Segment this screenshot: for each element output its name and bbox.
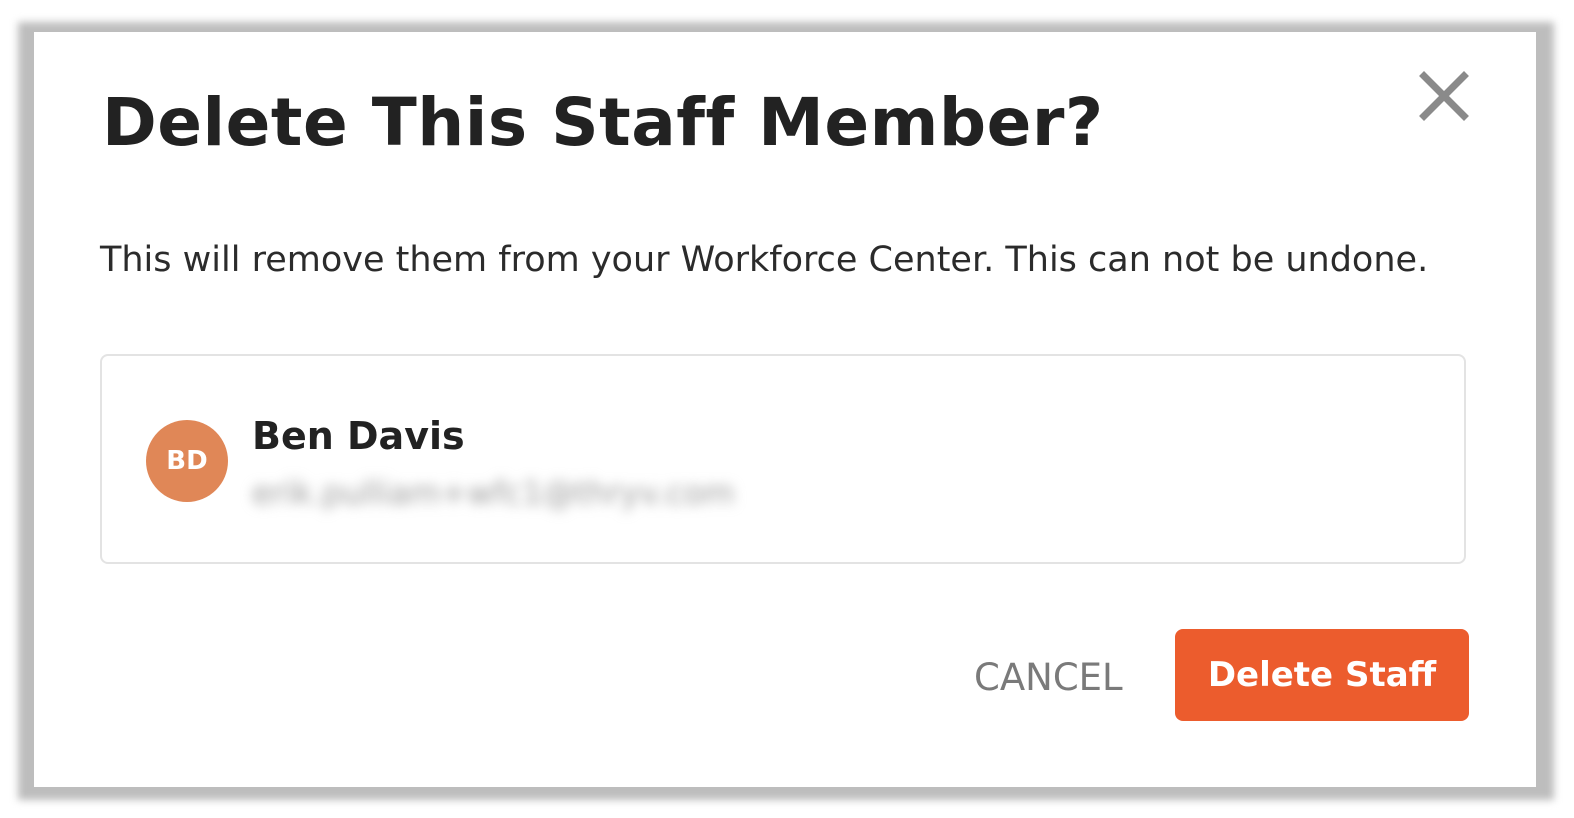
staff-email: erik.pulliam+wfc1@thryv.com [252,474,735,512]
delete-staff-dialog: Delete This Staff Member? This will remo… [34,32,1536,787]
delete-staff-button[interactable]: Delete Staff [1175,629,1469,721]
staff-card: BD Ben Davis erik.pulliam+wfc1@thryv.com [100,354,1466,564]
close-button[interactable] [1418,70,1470,122]
avatar: BD [146,420,228,502]
dialog-title: Delete This Staff Member? [102,84,1104,161]
dialog-description: This will remove them from your Workforc… [100,240,1429,280]
staff-name: Ben Davis [252,414,465,458]
close-icon [1419,71,1469,121]
cancel-button[interactable]: CANCEL [974,652,1123,702]
